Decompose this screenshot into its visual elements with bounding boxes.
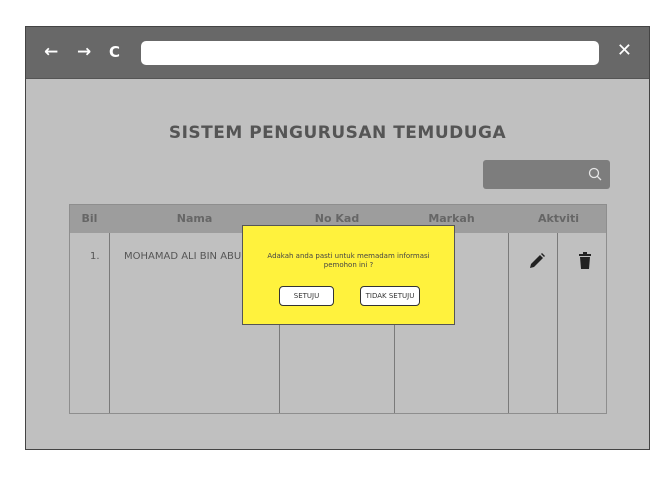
header-bil: Bil [81,212,98,225]
browser-titlebar: ← → C ✕ [26,27,649,79]
cell-bil: 1. [90,251,100,262]
arrow-left-icon[interactable]: ← [44,41,58,63]
pencil-icon[interactable] [528,252,546,270]
close-icon[interactable]: ✕ [617,40,632,61]
confirm-delete-dialog: Adakah anda pasti untuk memadam informas… [242,225,455,325]
dialog-message: Adakah anda pasti untuk memadam informas… [267,252,430,269]
reload-icon[interactable]: C [109,41,120,63]
header-aktiviti: Aktviti [537,212,580,225]
page-title: SISTEM PENGURUSAN TEMUDUGA [168,123,507,143]
column-divider [508,233,509,413]
trash-icon[interactable] [577,252,593,270]
column-divider [557,233,558,413]
search-input[interactable] [483,160,610,189]
confirm-button[interactable]: SETUJU [279,286,334,306]
arrow-right-icon[interactable]: → [77,41,91,63]
cell-nama: MOHAMAD ALI BIN ABU [124,251,242,262]
cancel-button[interactable]: TIDAK SETUJU [360,286,420,306]
browser-window: ← → C ✕ SISTEM PENGURUSAN TEMUDUGA Bil N… [25,26,650,450]
search-icon[interactable] [587,166,603,182]
address-bar[interactable] [141,41,599,65]
column-divider [109,233,110,413]
